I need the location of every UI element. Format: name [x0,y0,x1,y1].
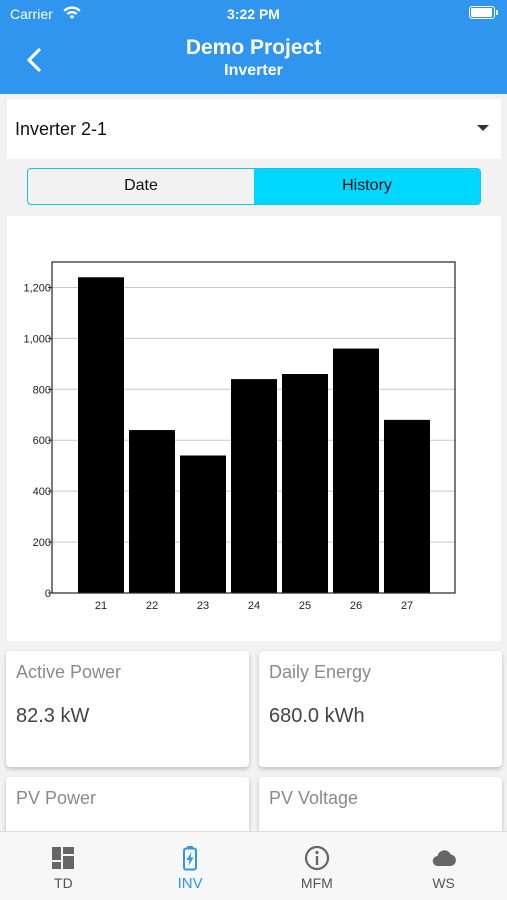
y-tick-label: 400 [33,486,51,498]
tab-td-label: TD [54,875,73,891]
nav-header: Carrier 3:22 PM Demo Project Inverter [0,0,507,94]
bar [231,379,277,593]
clock-label: 3:22 PM [227,6,280,22]
x-tick-label: 26 [350,600,362,612]
daily-energy-card: Daily Energy 680.0 kWh [259,651,502,767]
battery-fill [471,8,492,17]
bar [78,277,124,593]
tab-inv-label: INV [177,875,203,892]
cloud-icon [432,850,456,867]
tab-mfm[interactable]: MFM [254,832,381,900]
pv-voltage-label: PV Voltage [269,788,359,808]
tab-inv[interactable]: INV [127,832,254,900]
y-tick-label: 1,000 [23,333,51,345]
battery-charging-icon [183,846,198,871]
y-tick-label: 1,200 [23,282,51,294]
date-history-segmented-control: Date History [27,168,481,205]
info-icon [304,845,329,871]
bar [333,348,379,593]
battery-icon [469,6,498,19]
inverter-dropdown-value: Inverter 2-1 [15,119,108,139]
active-power-value: 82.3 kW [16,705,90,727]
bar [180,455,226,593]
bar-chart: 0 200 400 600 800 1,000 1,200 21 22 23 24 25 26 27 [23,261,456,612]
x-tick-label: 24 [248,600,260,612]
daily-energy-label: Daily Energy [269,662,372,682]
y-tick-label: 200 [33,537,51,549]
pv-power-label: PV Power [16,788,97,808]
bar [129,430,175,593]
active-power-card: Active Power 82.3 kW [6,651,249,767]
x-tick-label: 23 [197,600,209,612]
y-tick-label: 600 [33,435,51,447]
history-chart: 0 200 400 600 800 1,000 1,200 21 22 23 24 25 26 27 [7,216,501,641]
x-tick-label: 25 [299,600,311,612]
tab-ws[interactable]: WS [380,832,507,900]
active-power-label: Active Power [16,662,122,682]
title-block: Demo Project Inverter [0,36,507,80]
tab-td[interactable]: TD [0,832,127,900]
date-segment[interactable]: Date [28,169,254,204]
bar [282,374,328,593]
daily-energy-value: 680.0 kWh [269,705,365,727]
y-tick-label: 800 [33,384,51,396]
bar [384,419,430,593]
tab-mfm-label: MFM [300,875,333,891]
page-title: Demo Project [185,36,322,59]
page-subtitle: Inverter [224,62,283,79]
x-tick-label: 21 [95,600,107,612]
x-tick-label: 22 [146,600,158,612]
y-tick-label: 0 [45,588,51,600]
caret-down-icon [477,125,489,131]
inverter-dropdown[interactable]: Inverter 2-1 [7,99,501,159]
tab-bar: TD INV MFM WS [0,831,507,900]
x-tick-label: 27 [401,600,413,612]
history-segment[interactable]: History [254,169,480,204]
tab-ws-label: WS [432,875,455,891]
dashboard-icon [52,847,75,869]
status-bar: Carrier 3:22 PM [0,0,507,28]
